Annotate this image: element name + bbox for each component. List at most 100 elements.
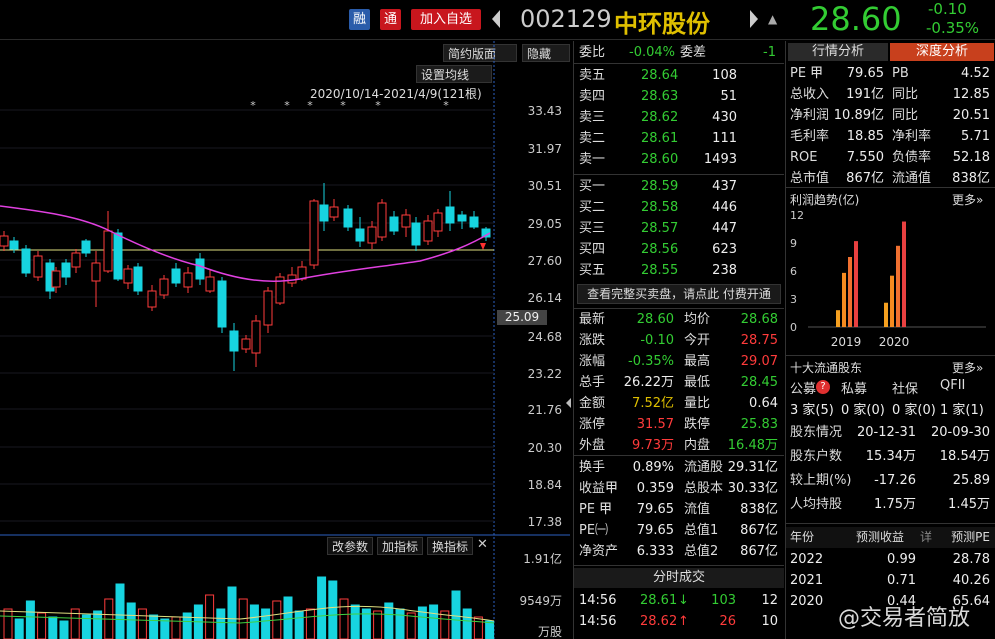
- next-stock-icon[interactable]: [750, 10, 758, 28]
- profit-more-link[interactable]: 更多»: [952, 191, 983, 208]
- forecast-year: 2022: [790, 552, 824, 567]
- buy-level-volume: 446: [712, 200, 737, 215]
- connect-button[interactable]: 通: [380, 9, 401, 30]
- volume-bar: [25, 600, 35, 639]
- candle-body: [205, 276, 215, 292]
- y-tick-label: 27.60: [528, 254, 562, 268]
- candle-body: [329, 206, 339, 218]
- help-icon[interactable]: ?: [816, 380, 830, 394]
- last-price: 28.60: [810, 0, 902, 38]
- candle-body: [51, 270, 61, 288]
- quote-stat-row: 金额 7.52亿 量比 0.64: [574, 393, 784, 414]
- profit-tick-label: 3: [790, 293, 797, 306]
- forecast-col-pe: 预测PE: [951, 530, 990, 544]
- stock-code: 002129: [520, 5, 612, 33]
- candle-body: [159, 278, 169, 296]
- holder-label: 股东户数: [790, 449, 843, 464]
- add-indicator-button[interactable]: 加指标: [377, 537, 424, 555]
- wc-label: 委差: [680, 45, 707, 60]
- volume-bar: [283, 596, 293, 639]
- candle-body: [195, 258, 205, 280]
- forecast-row: 2022 0.99 28.78: [786, 549, 995, 570]
- stat-value: -0.35%: [628, 354, 674, 369]
- fund-label: 总股本: [684, 481, 724, 496]
- buy-level-volume: 238: [712, 263, 737, 278]
- stat-value: 28.68: [740, 312, 778, 327]
- edit-params-button[interactable]: 改参数: [327, 537, 374, 555]
- fin-value: 20.51: [952, 108, 990, 123]
- holder-count: 1 家(1): [940, 403, 984, 418]
- volume-bar: [227, 586, 237, 639]
- close-indicator-icon[interactable]: ✕: [477, 537, 488, 552]
- fund-value: 79.65: [636, 502, 674, 517]
- holder-row: 人均持股 1.75万 1.45万: [786, 494, 995, 516]
- forecast-col-eps: 预测收益: [856, 530, 905, 544]
- stat-value: 31.57: [636, 417, 674, 432]
- fin-label: 净利润: [790, 108, 830, 123]
- candle-body: [433, 212, 443, 232]
- volume-bar: [373, 610, 383, 639]
- sell-level-row: 卖四 28.63 51: [574, 86, 784, 107]
- collapse-arrow-icon[interactable]: [566, 398, 571, 408]
- forecast-year: 2020: [790, 594, 824, 609]
- y-tick-label: 23.22: [528, 367, 562, 381]
- fund-label: 总值1: [684, 523, 719, 538]
- fund-value: 867亿: [740, 544, 778, 559]
- sell-level-label: 卖三: [579, 110, 606, 125]
- stat-label: 金额: [579, 396, 606, 411]
- profit-chart: 12 9 6 3 0 2019 2020: [790, 209, 986, 349]
- holder-value: 18.54万: [939, 449, 990, 464]
- tab-deep-analysis[interactable]: 深度分析: [890, 43, 994, 61]
- profit-trend-title: 利润趋势(亿): [790, 193, 860, 207]
- candle-body: [21, 248, 31, 274]
- financial-row: 毛利率 18.85 净利率 5.71: [786, 126, 995, 147]
- fund-label: 净资产: [579, 544, 619, 559]
- kline-chart-panel[interactable]: 简约版面 隐藏 设置均线 2020/10/14-2021/4/9(121根) 3…: [0, 41, 570, 639]
- prev-stock-icon[interactable]: [492, 10, 500, 28]
- volume-bar: [339, 598, 349, 639]
- volume-bar: [126, 602, 136, 639]
- profit-bar: [854, 241, 858, 327]
- holder-value: 20-09-30: [930, 425, 990, 440]
- holders-more-link[interactable]: 更多»: [952, 359, 983, 376]
- buy-level-volume: 623: [712, 242, 737, 257]
- profit-bar: [848, 257, 852, 327]
- tab-market-analysis[interactable]: 行情分析: [788, 43, 888, 61]
- holder-value: -17.26: [874, 473, 916, 488]
- switch-indicator-button[interactable]: 换指标: [427, 537, 474, 555]
- quote-stat-row: 涨停 31.57 跌停 25.83: [574, 414, 784, 435]
- stat-value: 29.07: [740, 354, 778, 369]
- holder-row: 较上期(%) -17.26 25.89: [786, 470, 995, 492]
- financial-row: 总收入 191亿 同比 12.85: [786, 84, 995, 105]
- fund-label: 流通股: [684, 460, 724, 475]
- sell-level-price: 28.62: [641, 110, 679, 125]
- buy-level-volume: 437: [712, 179, 737, 194]
- holder-count: 0 家(0): [841, 403, 885, 418]
- financial-row: 总市值 867亿 流通值 838亿: [786, 168, 995, 189]
- volume-tick-label: 9549万: [519, 594, 562, 608]
- price-change-pct: -0.35%: [926, 19, 980, 37]
- stat-label: 最新: [579, 312, 606, 327]
- holder-value: 1.75万: [874, 497, 916, 512]
- profit-bar: [896, 245, 900, 327]
- candle-body: [171, 268, 181, 284]
- profit-bar: [842, 272, 846, 327]
- bell-icon[interactable]: ▲: [768, 12, 777, 26]
- margin-button[interactable]: 融: [349, 9, 370, 30]
- candle-body: [217, 280, 227, 328]
- volume-bar: [115, 583, 125, 639]
- sell-level-label: 卖二: [579, 131, 606, 146]
- stat-value: 28.45: [740, 375, 778, 390]
- fin-value: 79.65: [846, 66, 884, 81]
- stat-value: 9.73万: [632, 438, 674, 453]
- profit-tick-label: 9: [790, 237, 797, 250]
- event-marker: *: [284, 99, 290, 112]
- candle-body: [343, 208, 353, 228]
- stat-label: 均价: [684, 312, 711, 327]
- holder-label: 人均持股: [790, 497, 843, 512]
- stat-value: 0.64: [749, 396, 778, 411]
- ticks-title[interactable]: 分时成交: [574, 568, 784, 588]
- add-watchlist-button[interactable]: 加入自选: [411, 9, 481, 30]
- full-book-link[interactable]: 查看完整买卖盘，请点此 付费开通: [577, 284, 781, 304]
- wb-row: 委比 -0.04% 委差 -1: [574, 42, 784, 63]
